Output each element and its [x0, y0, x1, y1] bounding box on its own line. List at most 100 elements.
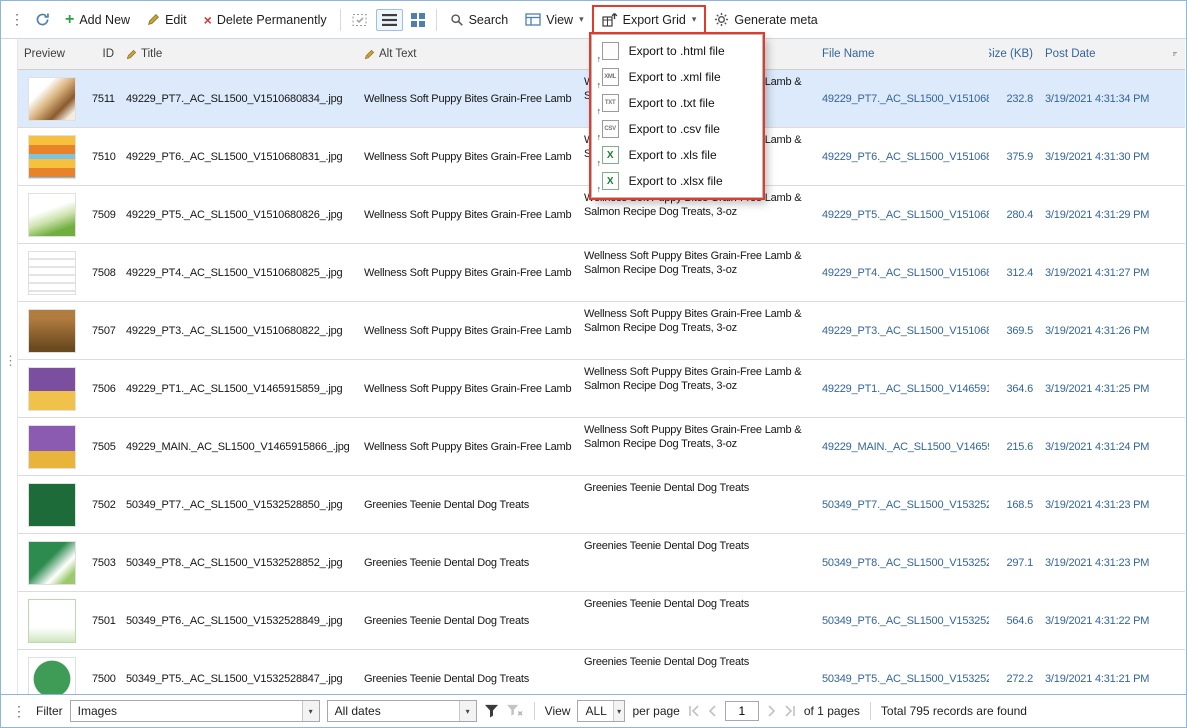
export-grid-icon — [602, 12, 618, 27]
thumbnail[interactable] — [28, 251, 76, 295]
thumbnail[interactable] — [28, 657, 76, 695]
caption-cell[interactable]: Wellness Soft Puppy Bites Grain-Free Lam… — [578, 418, 816, 452]
alt-text-cell[interactable]: Wellness Soft Puppy Bites Grain-Free Lam… — [358, 383, 578, 395]
alt-text-cell[interactable]: Greenies Teenie Dental Dog Treats — [358, 615, 578, 627]
export-menu-item-label: Export to .html file — [629, 44, 725, 58]
alt-text-cell[interactable]: Greenies Teenie Dental Dog Treats — [358, 557, 578, 569]
export-menu-item[interactable]: X Export to .xlsx file — [592, 168, 762, 194]
table-row[interactable]: 7503 50349_PT8._AC_SL1500_V1532528852_.j… — [18, 534, 1185, 592]
page-number-input[interactable] — [725, 701, 759, 721]
table-row[interactable]: 7508 49229_PT4._AC_SL1500_V1510680825_.j… — [18, 244, 1185, 302]
thumbnail[interactable] — [28, 599, 76, 643]
thumbnail[interactable] — [28, 541, 76, 585]
search-button[interactable]: Search — [443, 9, 516, 31]
refresh-button[interactable] — [30, 8, 55, 31]
next-page-button[interactable] — [766, 705, 777, 717]
export-file-icon: CSV — [602, 120, 619, 138]
caption-cell[interactable]: Wellness Soft Puppy Bites Grain-Free Lam… — [578, 302, 816, 336]
caption-cell[interactable]: Greenies Teenie Dental Dog Treats — [578, 476, 816, 495]
preview-cell — [18, 657, 86, 695]
title-cell[interactable]: 49229_PT7._AC_SL1500_V1510680834_.jpg — [120, 93, 358, 105]
select-mode-button[interactable] — [347, 9, 373, 31]
alt-text-cell[interactable]: Wellness Soft Puppy Bites Grain-Free Lam… — [358, 209, 578, 221]
thumbnail[interactable] — [28, 309, 76, 353]
apply-filter-button[interactable] — [484, 704, 499, 718]
column-header-preview[interactable]: Preview — [18, 48, 86, 60]
export-menu-item[interactable]: Export to .html file — [592, 38, 762, 64]
column-header-menu[interactable] — [1167, 49, 1185, 59]
prev-page-icon — [707, 705, 718, 717]
title-cell[interactable]: 50349_PT7._AC_SL1500_V1532528850_.jpg — [120, 499, 358, 511]
view-dropdown-button[interactable]: View ▾ — [518, 9, 590, 31]
column-header-id[interactable]: ID — [86, 48, 120, 60]
filter-type-select[interactable]: Images ▾ — [70, 700, 320, 722]
caption-cell[interactable]: Greenies Teenie Dental Dog Treats — [578, 650, 816, 669]
title-cell[interactable]: 50349_PT8._AC_SL1500_V1532528852_.jpg — [120, 557, 358, 569]
generate-meta-button[interactable]: Generate meta — [707, 8, 824, 31]
search-label: Search — [469, 13, 509, 27]
preview-cell — [18, 483, 86, 527]
pencil-icon — [126, 49, 137, 60]
alt-text-cell[interactable]: Wellness Soft Puppy Bites Grain-Free Lam… — [358, 325, 578, 337]
title-cell[interactable]: 49229_PT5._AC_SL1500_V1510680826_.jpg — [120, 209, 358, 221]
export-menu-item[interactable]: TXT Export to .txt file — [592, 90, 762, 116]
column-header-file-name[interactable]: File Name — [816, 48, 989, 60]
alt-text-cell[interactable]: Wellness Soft Puppy Bites Grain-Free Lam… — [358, 93, 578, 105]
thumbnail[interactable] — [28, 193, 76, 237]
first-page-button[interactable] — [687, 705, 700, 717]
table-row[interactable]: 7506 49229_PT1._AC_SL1500_V1465915859_.j… — [18, 360, 1185, 418]
column-header-title[interactable]: Title — [120, 48, 358, 60]
clear-filter-button[interactable] — [506, 704, 524, 718]
table-row[interactable]: 7507 49229_PT3._AC_SL1500_V1510680822_.j… — [18, 302, 1185, 360]
alt-text-cell[interactable]: Wellness Soft Puppy Bites Grain-Free Lam… — [358, 267, 578, 279]
title-cell[interactable]: 50349_PT6._AC_SL1500_V1532528849_.jpg — [120, 615, 358, 627]
column-header-size[interactable]: Size (KB) — [989, 48, 1039, 60]
title-cell[interactable]: 49229_PT3._AC_SL1500_V1510680822_.jpg — [120, 325, 358, 337]
date-filter-select[interactable]: All dates ▾ — [327, 700, 477, 722]
list-view-button[interactable] — [376, 9, 403, 31]
prev-page-button[interactable] — [707, 705, 718, 717]
thumbnail[interactable] — [28, 483, 76, 527]
caption-cell[interactable]: Greenies Teenie Dental Dog Treats — [578, 534, 816, 553]
panel-grip-icon[interactable]: ⋮ — [4, 353, 17, 369]
generate-meta-label: Generate meta — [734, 13, 817, 27]
grid-view-button[interactable] — [406, 9, 430, 31]
edit-button[interactable]: Edit — [140, 9, 194, 31]
title-cell[interactable]: 50349_PT5._AC_SL1500_V1532528847_.jpg — [120, 673, 358, 685]
table-row[interactable]: 7505 49229_MAIN._AC_SL1500_V1465915866_.… — [18, 418, 1185, 476]
per-page-select[interactable]: ALL ▾ — [577, 700, 625, 722]
delete-permanently-button[interactable]: × Delete Permanently — [197, 9, 334, 31]
thumbnail[interactable] — [28, 77, 76, 121]
export-menu-item[interactable]: XML Export to .xml file — [592, 64, 762, 90]
title-cell[interactable]: 49229_PT4._AC_SL1500_V1510680825_.jpg — [120, 267, 358, 279]
alt-text-cell[interactable]: Wellness Soft Puppy Bites Grain-Free Lam… — [358, 151, 578, 163]
footer-grip-icon[interactable]: ⋮ — [9, 703, 29, 720]
toolbar-grip-icon[interactable]: ⋮ — [7, 11, 27, 28]
title-cell[interactable]: 49229_PT1._AC_SL1500_V1465915859_.jpg — [120, 383, 358, 395]
table-row[interactable]: 7500 50349_PT5._AC_SL1500_V1532528847_.j… — [18, 650, 1185, 694]
id-cell: 7507 — [86, 325, 120, 337]
size-cell: 297.1 — [989, 557, 1039, 569]
column-header-post-date[interactable]: Post Date — [1039, 48, 1167, 60]
thumbnail[interactable] — [28, 135, 76, 179]
thumbnail[interactable] — [28, 425, 76, 469]
size-cell: 280.4 — [989, 209, 1039, 221]
thumbnail[interactable] — [28, 367, 76, 411]
caption-cell[interactable]: Wellness Soft Puppy Bites Grain-Free Lam… — [578, 244, 816, 278]
caption-cell[interactable]: Greenies Teenie Dental Dog Treats — [578, 592, 816, 611]
export-menu-item[interactable]: CSV Export to .csv file — [592, 116, 762, 142]
add-new-button[interactable]: + Add New — [58, 9, 137, 31]
export-grid-button[interactable]: Export Grid ▾ Export to .html file XML E… — [594, 7, 705, 32]
alt-text-cell[interactable]: Greenies Teenie Dental Dog Treats — [358, 499, 578, 511]
table-row[interactable]: 7502 50349_PT7._AC_SL1500_V1532528850_.j… — [18, 476, 1185, 534]
export-menu-item[interactable]: X Export to .xls file — [592, 142, 762, 168]
title-cell[interactable]: 49229_MAIN._AC_SL1500_V1465915866_.jpg — [120, 441, 358, 453]
alt-text-cell[interactable]: Greenies Teenie Dental Dog Treats — [358, 673, 578, 685]
last-page-button[interactable] — [784, 705, 797, 717]
caption-cell[interactable]: Wellness Soft Puppy Bites Grain-Free Lam… — [578, 360, 816, 394]
title-cell[interactable]: 49229_PT6._AC_SL1500_V1510680831_.jpg — [120, 151, 358, 163]
footer-separator — [534, 702, 535, 720]
column-header-alt-text[interactable]: Alt Text — [358, 48, 578, 60]
alt-text-cell[interactable]: Wellness Soft Puppy Bites Grain-Free Lam… — [358, 441, 578, 453]
table-row[interactable]: 7501 50349_PT6._AC_SL1500_V1532528849_.j… — [18, 592, 1185, 650]
